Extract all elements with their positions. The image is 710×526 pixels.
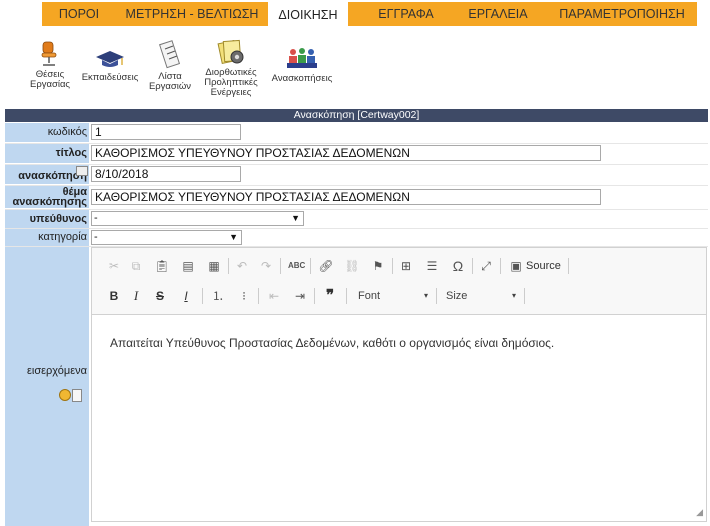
nav-parametropoiisi[interactable]: ΠΑΡΑΜΕΤΡΟΠΟΙΗΣΗ bbox=[548, 2, 696, 26]
divider bbox=[5, 185, 708, 186]
table-icon[interactable]: ⊞ bbox=[398, 258, 414, 274]
gear-documents-icon bbox=[217, 39, 244, 65]
subject-input[interactable]: ΚΑΘΟΡΙΣΜΟΣ ΥΠΕΥΘΥΝΟΥ ΠΡΟΣΤΑΣΙΑΣ ΔΕΔΟΜΕΝΩ… bbox=[91, 189, 601, 205]
separator bbox=[500, 258, 501, 274]
cut-icon[interactable]: ✂ bbox=[106, 258, 122, 274]
size-combo[interactable]: Size ▾ bbox=[442, 287, 520, 305]
separator bbox=[228, 258, 229, 274]
label-title: τίτλος bbox=[5, 144, 89, 163]
chevron-down-icon: ▾ bbox=[511, 291, 516, 300]
tool-anaskopiseis[interactable]: Ανασκοπήσεις bbox=[268, 46, 336, 84]
divider bbox=[5, 228, 708, 229]
font-combo[interactable]: Font ▾ bbox=[354, 287, 432, 305]
spellcheck-icon[interactable]: ABC bbox=[288, 258, 305, 274]
document-icon[interactable] bbox=[72, 389, 82, 402]
tool-ekpaideuseis[interactable]: Εκπαιδεύσεις bbox=[78, 49, 142, 83]
chevron-down-icon: ▾ bbox=[423, 291, 428, 300]
nav-poroi[interactable]: ΠΟΡΟΙ bbox=[42, 2, 116, 26]
review-date-input[interactable]: 8/10/2018 bbox=[91, 166, 241, 182]
divider bbox=[5, 164, 708, 165]
separator bbox=[202, 288, 203, 304]
editor-toolbar: ✂ ⧉ 📋︎ ▤ ▦ ↶ ↷ ABC 🔗︎ ⛓ ⚑ ⊞ ☰ Ω ⤢ ▣ Sour… bbox=[92, 248, 706, 315]
graduation-cap-icon bbox=[96, 51, 124, 67]
redo-icon[interactable]: ↷ bbox=[258, 258, 274, 274]
paste-word-icon[interactable]: ▦ bbox=[206, 258, 222, 274]
numbered-list-icon[interactable]: ⒈ bbox=[210, 288, 226, 304]
label-subject: θέμα ανασκόπησης bbox=[5, 186, 89, 208]
separator bbox=[568, 258, 569, 274]
chevron-down-icon: ▼ bbox=[229, 232, 238, 242]
label-inputs: εισερχόμενα bbox=[5, 247, 89, 526]
source-button[interactable]: Source bbox=[526, 257, 561, 275]
undo-icon[interactable]: ↶ bbox=[234, 258, 250, 274]
nav-metrisi-veltiosi[interactable]: ΜΕΤΡΗΣΗ - ΒΕΛΤΙΩΣΗ bbox=[116, 2, 268, 26]
rich-text-editor[interactable]: ✂ ⧉ 📋︎ ▤ ▦ ↶ ↷ ABC 🔗︎ ⛓ ⚑ ⊞ ☰ Ω ⤢ ▣ Sour… bbox=[91, 247, 707, 522]
bulleted-list-icon[interactable]: ⁝ bbox=[236, 288, 252, 304]
responsible-select[interactable]: - ▼ bbox=[91, 211, 304, 226]
nav-ergaleia[interactable]: ΕΡΓΑΛΕΙΑ bbox=[448, 2, 548, 26]
nav-eggrafa[interactable]: ΕΓΓΡΑΦΑ bbox=[356, 2, 456, 26]
label-review: ανασκόπηση bbox=[5, 165, 89, 184]
strikethrough-icon[interactable]: S bbox=[152, 288, 168, 304]
category-select[interactable]: - ▼ bbox=[91, 230, 242, 245]
blockquote-icon[interactable]: ❞ bbox=[322, 288, 338, 304]
divider bbox=[5, 209, 708, 210]
editor-content[interactable]: Απαιτείται Υπεύθυνος Προστασίας Δεδομένω… bbox=[110, 336, 554, 350]
bold-icon[interactable]: B bbox=[106, 288, 122, 304]
italic-icon[interactable]: I bbox=[128, 288, 144, 304]
label-responsible: υπεύθυνος bbox=[5, 210, 89, 228]
label-category: κατηγορία bbox=[5, 229, 89, 246]
indent-icon[interactable]: ⇥ bbox=[292, 288, 308, 304]
separator bbox=[314, 288, 315, 304]
tool-diorthotikes-energeies[interactable]: Διορθωτικές Προληπτικές Ενέργειες bbox=[200, 38, 262, 98]
meeting-people-icon bbox=[287, 48, 317, 68]
separator bbox=[258, 288, 259, 304]
separator bbox=[280, 258, 281, 274]
attach-icon[interactable] bbox=[59, 389, 71, 401]
unlink-icon[interactable]: ⛓ bbox=[344, 258, 360, 274]
chevron-down-icon: ▼ bbox=[291, 213, 300, 223]
copy-icon[interactable]: ⧉ bbox=[128, 258, 144, 274]
resize-grip-icon[interactable]: ◢ bbox=[696, 507, 703, 518]
separator bbox=[346, 288, 347, 304]
checklist-icon bbox=[159, 40, 181, 69]
nav-dioikisi[interactable]: ΔΙΟΙΚΗΣΗ bbox=[268, 0, 348, 28]
paste-text-icon[interactable]: ▤ bbox=[180, 258, 196, 274]
link-icon[interactable]: 🔗︎ bbox=[318, 258, 334, 274]
separator bbox=[436, 288, 437, 304]
label-code: κωδικός bbox=[5, 123, 89, 142]
paste-icon[interactable]: 📋︎ bbox=[154, 258, 170, 274]
separator bbox=[524, 288, 525, 304]
horizontal-line-icon[interactable]: ☰ bbox=[424, 258, 440, 274]
anchor-flag-icon[interactable]: ⚑ bbox=[370, 258, 386, 274]
special-char-icon[interactable]: Ω bbox=[450, 258, 466, 274]
calendar-icon[interactable] bbox=[76, 166, 88, 176]
outdent-icon[interactable]: ⇤ bbox=[266, 288, 282, 304]
tool-theseis-ergasias[interactable]: Θέσεις Εργασίας bbox=[24, 40, 76, 90]
separator bbox=[392, 258, 393, 274]
separator bbox=[310, 258, 311, 274]
separator bbox=[472, 258, 473, 274]
remove-format-icon[interactable]: I bbox=[178, 288, 194, 304]
title-input[interactable]: ΚΑΘΟΡΙΣΜΟΣ ΥΠΕΥΘΥΝΟΥ ΠΡΟΣΤΑΣΙΑΣ ΔΕΔΟΜΕΝΩ… bbox=[91, 145, 601, 161]
divider bbox=[5, 143, 708, 144]
maximize-icon[interactable]: ⤢ bbox=[478, 258, 494, 274]
review-header: Ανασκόπηση [Certway002] bbox=[5, 109, 708, 122]
top-nav: ΠΟΡΟΙ ΜΕΤΡΗΣΗ - ΒΕΛΤΙΩΣΗ ΔΙΟΙΚΗΣΗ ΕΓΓΡΑΦ… bbox=[0, 0, 710, 28]
source-icon[interactable]: ▣ bbox=[508, 258, 524, 274]
tool-lista-ergasion[interactable]: Λίστα Εργασιών bbox=[146, 40, 194, 92]
code-input[interactable]: 1 bbox=[91, 124, 241, 140]
chair-icon bbox=[41, 41, 57, 66]
